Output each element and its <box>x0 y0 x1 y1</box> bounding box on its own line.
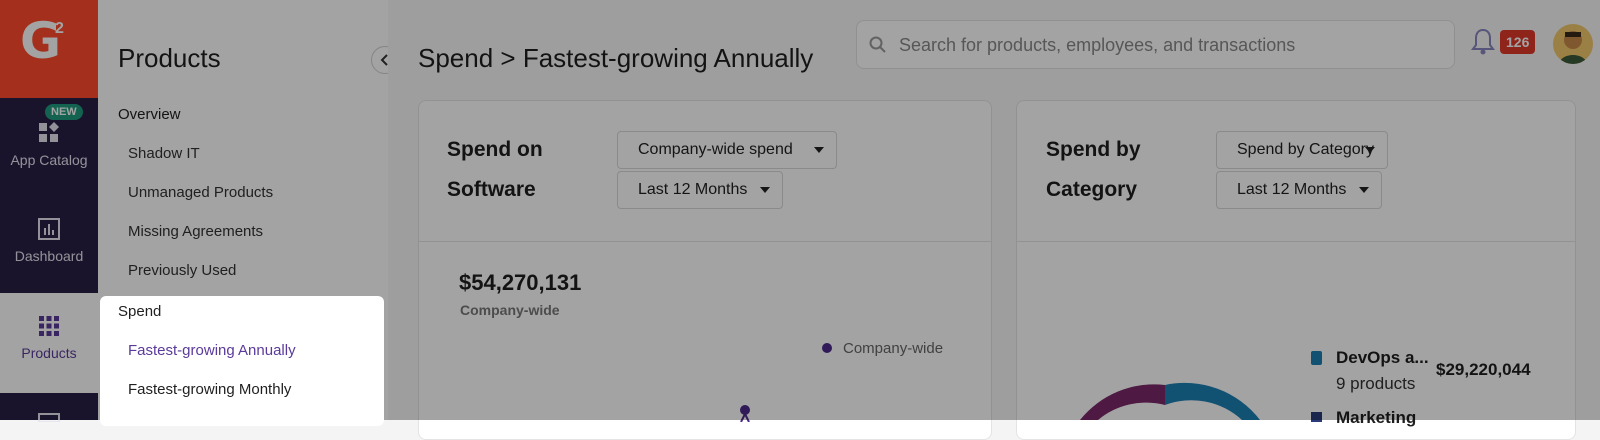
dropdown-value: Last 12 Months <box>638 181 748 198</box>
search-icon <box>869 36 886 53</box>
bell-icon[interactable] <box>1471 28 1495 56</box>
rail-item-dashboard[interactable]: Dashboard <box>0 218 98 264</box>
rail-item-app-catalog[interactable]: App Catalog <box>0 122 98 168</box>
card-title-line2: Software <box>447 178 536 201</box>
rail-label: Dashboard <box>14 248 84 264</box>
legend-swatch <box>822 343 832 353</box>
user-avatar-icon <box>1559 31 1587 64</box>
category-view-dropdown[interactable]: Spend by Category <box>1216 131 1388 169</box>
category-amount: $29,220,044 <box>1436 360 1531 379</box>
nav-item-overview[interactable]: Overview <box>118 106 181 123</box>
dropdown-value: Spend by Category <box>1237 141 1374 158</box>
logo-superscript: 2 <box>55 20 64 37</box>
chevron-down-icon <box>760 187 770 193</box>
nav-title: Products <box>118 43 221 73</box>
g2-logo[interactable]: G 2 <box>0 0 98 98</box>
card-title-line1: Spend by <box>1046 138 1141 161</box>
category-swatch <box>1311 412 1322 422</box>
spend-menu-popup: Spend Fastest-growing Annually Fastest-g… <box>100 296 384 426</box>
category-name[interactable]: DevOps a... <box>1336 348 1429 368</box>
nav-item-fastest-growing-annually[interactable]: Fastest-growing Annually <box>128 342 296 359</box>
card-title-line1: Spend on <box>447 138 543 161</box>
category-swatch <box>1311 351 1322 365</box>
legend-label: Company-wide <box>843 340 944 357</box>
search-input[interactable] <box>897 21 1441 70</box>
avatar[interactable] <box>1553 24 1593 64</box>
nav-item-previously-used[interactable]: Previously Used <box>128 262 236 279</box>
more-icon[interactable] <box>38 412 60 422</box>
category-name[interactable]: Marketing <box>1336 408 1416 428</box>
dropdown-value: Last 12 Months <box>1237 181 1347 198</box>
card-title-line2: Category <box>1046 178 1138 201</box>
chevron-down-icon <box>1365 147 1375 153</box>
line-chart-point[interactable] <box>736 402 756 422</box>
nav-item-unmanaged-products[interactable]: Unmanaged Products <box>128 184 273 201</box>
notification-count-badge: 126 <box>1500 30 1536 54</box>
dashboard-icon <box>38 218 60 240</box>
time-range-dropdown[interactable]: Last 12 Months <box>617 171 783 209</box>
rail-label: Products <box>21 345 77 361</box>
dropdown-value: Company-wide spend <box>638 141 793 158</box>
grid-icon <box>39 316 59 336</box>
card-divider <box>419 241 991 242</box>
total-spend-value: $54,270,131 <box>459 270 582 295</box>
total-spend-label: Company-wide <box>460 302 560 318</box>
time-range-dropdown[interactable]: Last 12 Months <box>1216 171 1382 209</box>
card-divider <box>1017 241 1575 242</box>
rail-item-products[interactable]: Products <box>0 293 98 393</box>
new-badge: NEW <box>45 104 83 120</box>
app-catalog-icon <box>39 122 59 142</box>
rail-label: App Catalog <box>10 152 88 168</box>
chevron-down-icon <box>814 147 824 153</box>
nav-section-spend[interactable]: Spend <box>118 303 161 320</box>
app-rail: G 2 NEW App Catalog Dashboard Products <box>0 0 98 422</box>
nav-item-missing-agreements[interactable]: Missing Agreements <box>128 223 263 240</box>
donut-chart[interactable] <box>1070 380 1270 420</box>
chevron-down-icon <box>1359 187 1369 193</box>
search-bar[interactable] <box>856 20 1455 70</box>
nav-item-fastest-growing-monthly[interactable]: Fastest-growing Monthly <box>128 381 291 398</box>
category-product-count: 9 products <box>1336 374 1416 393</box>
page-title: Spend > Fastest-growing Annually <box>418 43 814 73</box>
spend-scope-dropdown[interactable]: Company-wide spend <box>617 131 837 169</box>
nav-item-shadow-it[interactable]: Shadow IT <box>128 145 200 162</box>
